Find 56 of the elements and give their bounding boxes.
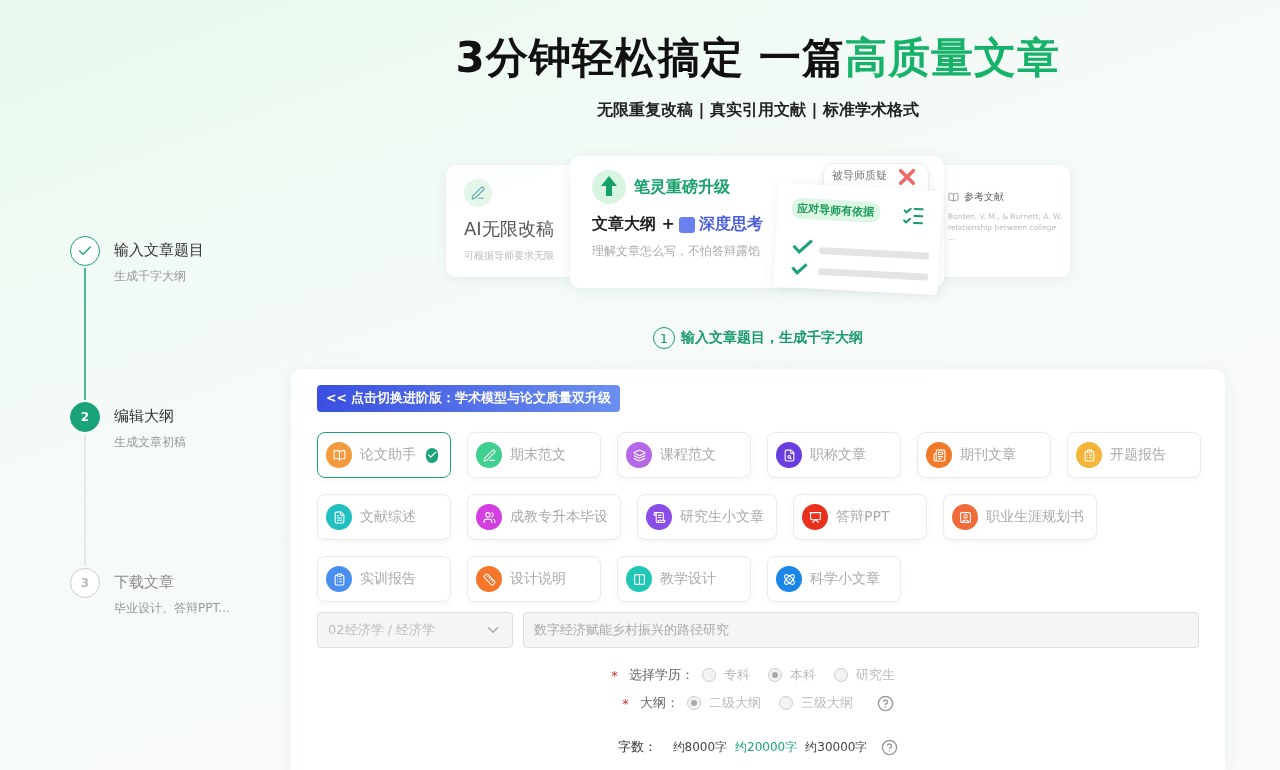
upgrade-button[interactable]: << 点击切换进阶版：学术模型与论文质量双升级 bbox=[317, 385, 621, 412]
article-type-option[interactable]: 设计说明 bbox=[467, 556, 601, 602]
option-label: 二级大纲 bbox=[708, 694, 761, 712]
article-type-option[interactable]: 实训报告 bbox=[317, 556, 451, 602]
card-text: 理解文章怎么写，不怕答辩露馅 bbox=[592, 243, 761, 260]
article-type-option[interactable]: 课程范文 bbox=[617, 432, 751, 478]
article-type-option[interactable]: 开题报告 bbox=[1067, 432, 1201, 478]
article-type-option[interactable]: 文献综述 bbox=[317, 494, 451, 540]
step-title: 编辑大纲 bbox=[114, 407, 175, 426]
article-type-option[interactable]: 成教专升本毕设 bbox=[467, 494, 621, 540]
word-count-option[interactable]: 约8000字 bbox=[672, 738, 728, 756]
article-type-option[interactable]: 职业生涯规划书 bbox=[943, 494, 1097, 540]
step-number: 3 bbox=[70, 568, 100, 598]
page-subtitle: 无限重复改稿 | 真实引用文献 | 标准学术格式 bbox=[597, 100, 919, 121]
edit-icon bbox=[464, 179, 492, 207]
option-label: 本科 bbox=[789, 666, 816, 684]
word-count-option[interactable]: 约30000字 bbox=[805, 738, 868, 756]
article-type-option[interactable]: 答辩PPT bbox=[793, 494, 927, 540]
check-icon bbox=[426, 447, 438, 463]
required-mark: * bbox=[622, 695, 629, 711]
card-title: AI无限改稿 bbox=[464, 217, 554, 241]
step-number: 2 bbox=[70, 402, 100, 432]
radio-button[interactable] bbox=[833, 668, 848, 682]
article-type-option[interactable]: 期末范文 bbox=[467, 432, 601, 478]
field-label: 选择学历： bbox=[628, 666, 694, 684]
radio-button[interactable] bbox=[767, 668, 782, 682]
page-title: 3分钟轻松搞定 一篇高质量文章 bbox=[455, 32, 1061, 84]
required-mark: * bbox=[611, 667, 618, 683]
step-title: 下载文章 bbox=[114, 573, 175, 592]
help-icon[interactable] bbox=[876, 694, 894, 712]
card-text: 被导师质疑 bbox=[832, 168, 887, 183]
field-label: 字数： bbox=[617, 738, 657, 756]
card-tag: 应对导师有依据 bbox=[791, 197, 881, 224]
article-type-option[interactable]: 期刊文章 bbox=[917, 432, 1051, 478]
article-type-option[interactable]: 职称文章 bbox=[767, 432, 901, 478]
radio-button[interactable] bbox=[686, 696, 701, 710]
option-label: 研究生 bbox=[855, 666, 895, 684]
radio-button[interactable] bbox=[701, 668, 716, 682]
card-title: 参考文献 bbox=[964, 191, 1004, 204]
article-type-option[interactable]: 教学设计 bbox=[617, 556, 751, 602]
radio-button[interactable] bbox=[778, 696, 793, 710]
book-icon bbox=[948, 192, 959, 203]
step-subtitle: 生成文章初稿 bbox=[114, 434, 186, 451]
card-title: 笔灵重磅升级 bbox=[634, 176, 730, 198]
option-label: 专科 bbox=[723, 666, 750, 684]
article-type-option[interactable]: 研究生小文章 bbox=[637, 494, 777, 540]
step-caption: 输入文章题目，生成千字大纲 bbox=[681, 329, 863, 347]
article-type-option[interactable]: 科学小文章 bbox=[767, 556, 901, 602]
step-subtitle: 生成千字大纲 bbox=[114, 268, 187, 285]
word-count-option[interactable]: 约20000字 bbox=[735, 738, 798, 756]
step-title: 输入文章题目 bbox=[114, 241, 204, 260]
field-label: 大纲： bbox=[639, 694, 679, 712]
cross-icon bbox=[898, 168, 916, 186]
help-icon[interactable] bbox=[881, 738, 899, 756]
article-type-option[interactable]: 论文助手 bbox=[317, 432, 451, 478]
step-subtitle: 毕业设计、答辩PPT... bbox=[114, 600, 230, 617]
